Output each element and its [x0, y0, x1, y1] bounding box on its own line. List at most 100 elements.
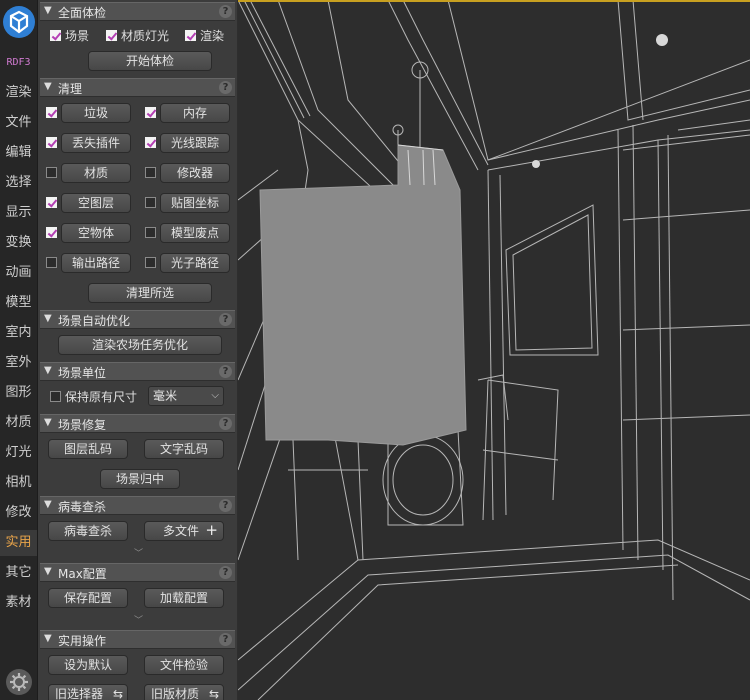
section-title: 病毒查杀 — [58, 500, 107, 514]
help-icon[interactable]: ? — [219, 499, 232, 512]
expand-chevron-icon[interactable]: ﹀ — [134, 613, 143, 626]
section-header-auto-optimize[interactable]: ▼ 场景自动优化 ? — [40, 310, 235, 329]
file-verify-button[interactable]: 文件检验 — [144, 655, 224, 675]
clean-checkbox[interactable] — [145, 227, 156, 238]
clean-item-button[interactable]: 输出路径 — [61, 253, 131, 273]
section-title: 场景单位 — [58, 366, 107, 380]
section-header-virus[interactable]: ▼ 病毒查杀 ? — [40, 496, 235, 515]
clean-item-button[interactable]: 空图层 — [61, 193, 131, 213]
help-icon[interactable]: ? — [219, 313, 232, 326]
help-icon[interactable]: ? — [219, 81, 232, 94]
sidebar-item[interactable]: 变换 — [0, 230, 37, 256]
clean-checkbox[interactable] — [46, 107, 57, 118]
help-icon[interactable]: ? — [219, 5, 232, 18]
section-header-util-ops[interactable]: ▼ 实用操作 ? — [40, 630, 235, 649]
unit-select-value: 毫米 — [153, 389, 178, 403]
sidebar-item[interactable]: 渲染 — [0, 80, 37, 106]
sidebar-item[interactable]: 其它 — [0, 560, 37, 586]
old-material-button[interactable]: 旧版材质 ⇆ — [144, 684, 224, 700]
collapse-arrow-icon: ▼ — [44, 417, 52, 428]
load-config-button[interactable]: 加载配置 — [144, 588, 224, 608]
3d-viewport[interactable] — [238, 0, 750, 700]
clean-checkbox[interactable] — [46, 227, 57, 238]
collapse-arrow-icon: ▼ — [44, 313, 52, 324]
section-header-clean[interactable]: ▼ 清理 ? — [40, 78, 235, 97]
clean-checkbox[interactable] — [46, 167, 57, 178]
clean-item-button[interactable]: 模型废点 — [160, 223, 230, 243]
sidebar-item[interactable]: 模型 — [0, 290, 37, 316]
sidebar-item[interactable]: 选择 — [0, 170, 37, 196]
checkbox-label: 场景 — [65, 29, 90, 43]
section-title: 清理 — [58, 82, 83, 96]
layer-garbled-button[interactable]: 图层乱码 — [48, 439, 128, 459]
sidebar-item[interactable]: 文件 — [0, 110, 37, 136]
clean-item-button[interactable]: 内存 — [160, 103, 230, 123]
clean-item-button[interactable]: 丢失插件 — [61, 133, 131, 153]
section-header-units[interactable]: ▼ 场景单位 ? — [40, 362, 235, 381]
set-default-button[interactable]: 设为默认 — [48, 655, 128, 675]
checkbox-render[interactable] — [185, 30, 196, 41]
sidebar-item[interactable]: 素材 — [0, 590, 37, 616]
sidebar-item[interactable]: 图形 — [0, 380, 37, 406]
sidebar-item[interactable]: 实用 — [0, 530, 37, 556]
viewport-active-border — [238, 0, 750, 2]
sidebar-item[interactable]: 室外 — [0, 350, 37, 376]
help-icon[interactable]: ? — [219, 365, 232, 378]
collapse-arrow-icon: ▼ — [44, 365, 52, 376]
clean-item-button[interactable]: 贴图坐标 — [160, 193, 230, 213]
sidebar-item[interactable]: 动画 — [0, 260, 37, 286]
sidebar-item[interactable]: 编辑 — [0, 140, 37, 166]
clean-item-button[interactable]: 空物体 — [61, 223, 131, 243]
sidebar-item[interactable]: 灯光 — [0, 440, 37, 466]
unit-select[interactable]: 毫米 ⌵ — [148, 386, 224, 406]
sidebar-item[interactable]: 修改 — [0, 500, 37, 526]
section-header-full-check[interactable]: ▼ 全面体检 ? — [40, 2, 235, 21]
clean-checkbox[interactable] — [145, 167, 156, 178]
help-icon[interactable]: ? — [219, 417, 232, 430]
clean-item-button[interactable]: 修改器 — [160, 163, 230, 183]
clean-checkbox[interactable] — [46, 257, 57, 268]
text-garbled-button[interactable]: 文字乱码 — [144, 439, 224, 459]
clean-checkbox[interactable] — [145, 107, 156, 118]
clean-selected-button[interactable]: 清理所选 — [88, 283, 212, 303]
start-check-button[interactable]: 开始体检 — [88, 51, 212, 71]
keep-size-label: 保持原有尺寸 — [65, 390, 138, 404]
old-selector-label: 旧选择器 — [55, 687, 104, 700]
clean-item-button[interactable]: 光线跟踪 — [160, 133, 230, 153]
clean-item-button[interactable]: 光子路径 — [160, 253, 230, 273]
checkbox-scene[interactable] — [50, 30, 61, 41]
virus-scan-button[interactable]: 病毒查杀 — [48, 521, 128, 541]
sidebar-item[interactable]: 室内 — [0, 320, 37, 346]
checkbox-material-light[interactable] — [106, 30, 117, 41]
multi-file-button[interactable]: 多文件 + — [144, 521, 224, 541]
save-config-button[interactable]: 保存配置 — [48, 588, 128, 608]
clean-checkbox[interactable] — [145, 197, 156, 208]
render-farm-optimize-button[interactable]: 渲染农场任务优化 — [58, 335, 222, 355]
collapse-arrow-icon: ▼ — [44, 566, 52, 577]
section-header-repair[interactable]: ▼ 场景修复 ? — [40, 414, 235, 433]
settings-gear-icon[interactable] — [6, 669, 32, 695]
sidebar-item[interactable]: 显示 — [0, 200, 37, 226]
clean-checkbox[interactable] — [46, 197, 57, 208]
old-selector-button[interactable]: 旧选择器 ⇆ — [48, 684, 128, 700]
section-title: 场景自动优化 — [58, 314, 131, 328]
clean-checkbox[interactable] — [145, 137, 156, 148]
app-logo-icon[interactable] — [3, 6, 35, 38]
section-title: 全面体检 — [58, 6, 107, 20]
clean-item-button[interactable]: 材质 — [61, 163, 131, 183]
old-material-label: 旧版材质 — [151, 687, 200, 700]
module-sidebar: RDF3 渲染 文件 编辑 选择 显示 变换 动画 模型 室内 室外 图形 材质 灯光 相机 修改 实用 其它素… — [0, 0, 38, 700]
sidebar-item[interactable]: 相机 — [0, 470, 37, 496]
tool-panel: ▼ 全面体检 ? 场景 材质灯光 渲染 开始体检 ▼ 清理 ? 垃圾 内存 丢失插件… — [38, 0, 237, 700]
help-icon[interactable]: ? — [219, 566, 232, 579]
clean-checkbox[interactable] — [145, 257, 156, 268]
keep-size-checkbox[interactable] — [50, 391, 61, 402]
section-header-max-config[interactable]: ▼ Max配置 ? — [40, 563, 235, 582]
expand-chevron-icon[interactable]: ﹀ — [134, 546, 143, 559]
checkbox-label: 材质灯光 — [121, 29, 170, 43]
help-icon[interactable]: ? — [219, 633, 232, 646]
sidebar-item[interactable]: 材质 — [0, 410, 37, 436]
clean-item-button[interactable]: 垃圾 — [61, 103, 131, 123]
clean-checkbox[interactable] — [46, 137, 57, 148]
scene-center-button[interactable]: 场景归中 — [100, 469, 180, 489]
